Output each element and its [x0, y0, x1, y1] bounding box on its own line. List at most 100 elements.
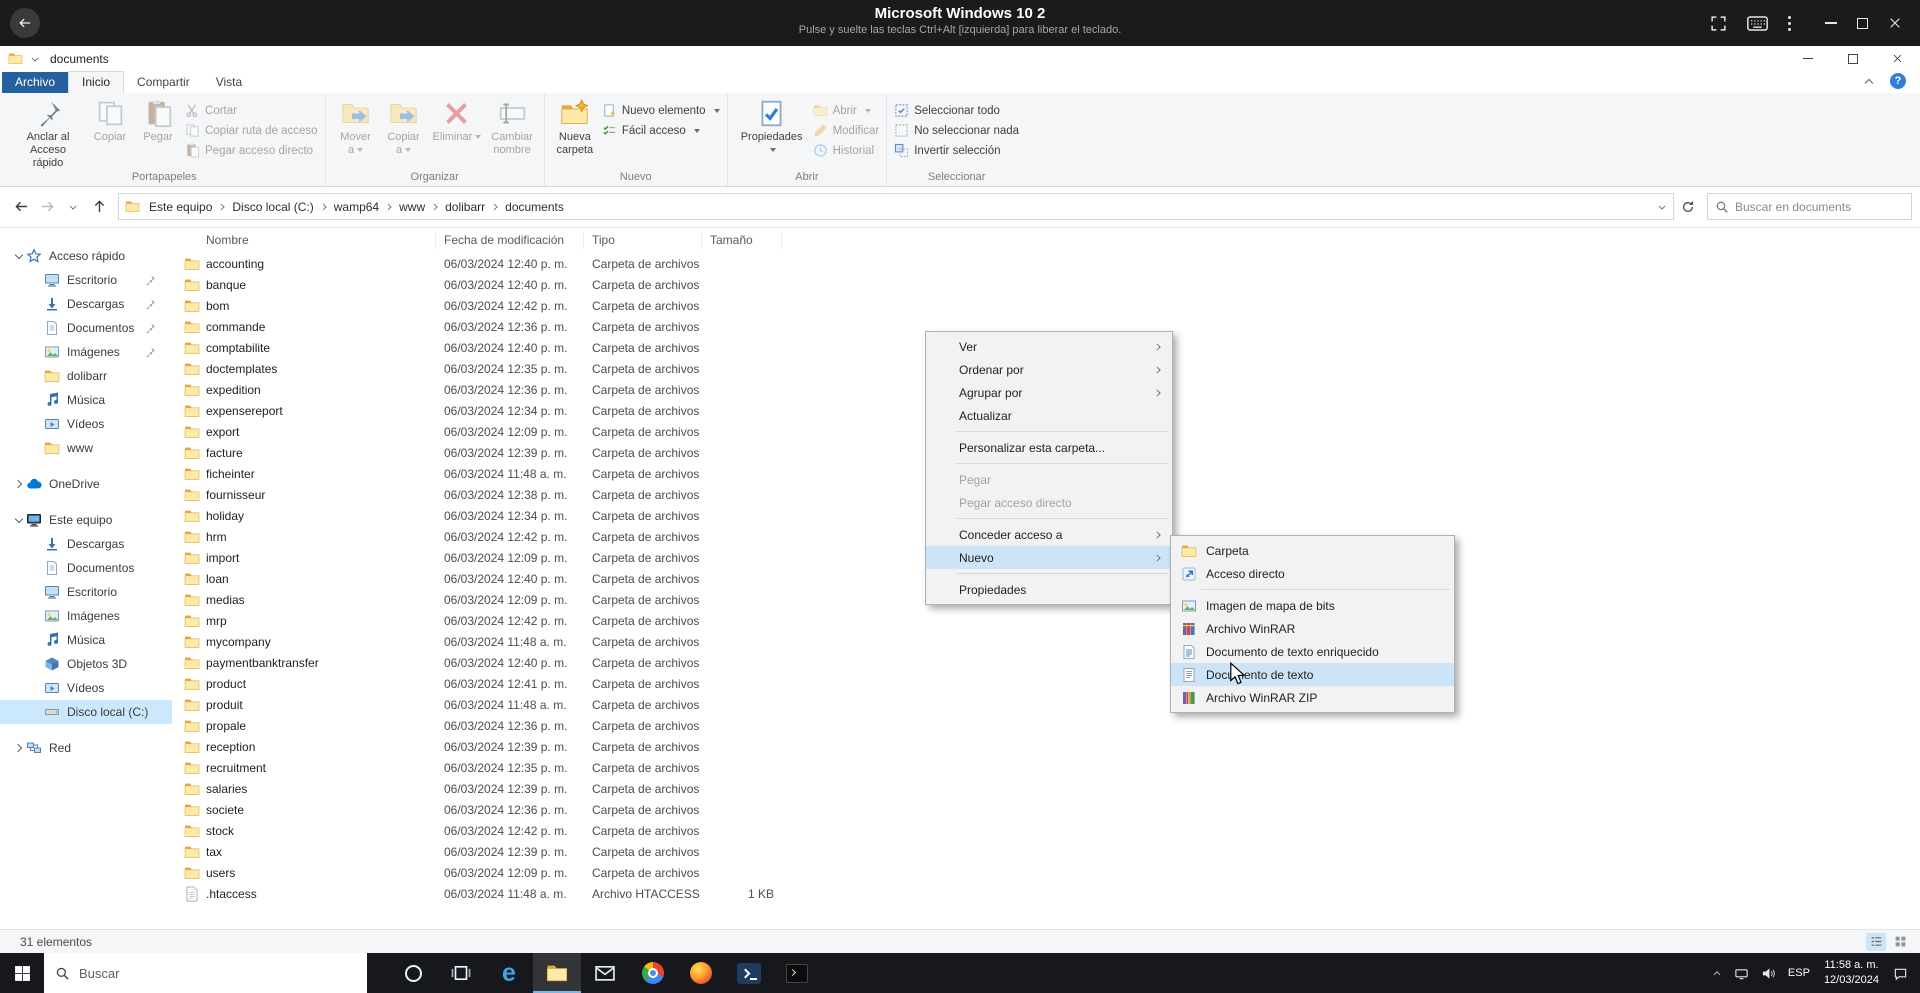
- cortana-button[interactable]: [389, 953, 437, 993]
- file-row[interactable]: .htaccess 06/03/2024 11:48 a. m. Archivo…: [174, 884, 1920, 905]
- file-row[interactable]: tax 06/03/2024 12:39 p. m. Carpeta de ar…: [174, 842, 1920, 863]
- ribbon-small-button[interactable]: No seleccionar nada: [894, 123, 1019, 138]
- edge-button[interactable]: e: [485, 953, 533, 993]
- close-button[interactable]: [1875, 46, 1920, 71]
- context-menu-item[interactable]: Actualizar: [926, 404, 1172, 427]
- ribbon-big-button[interactable]: Pegar: [135, 96, 181, 170]
- expander-icon[interactable]: [32, 611, 42, 621]
- file-row[interactable]: banque 06/03/2024 12:40 p. m. Carpeta de…: [174, 275, 1920, 296]
- tab-view[interactable]: Vista: [203, 72, 255, 93]
- submenu-item[interactable]: Documento de texto enriquecido: [1171, 640, 1454, 663]
- tab-home[interactable]: Inicio: [68, 71, 124, 93]
- expander-icon[interactable]: [32, 347, 42, 357]
- address-bar[interactable]: Este equipo Disco local (C:) wamp64: [118, 193, 1674, 220]
- expander-icon[interactable]: [32, 443, 42, 453]
- ribbon-small-button[interactable]: Pegar acceso directo: [185, 143, 318, 158]
- recent-locations-chevron-icon[interactable]: [60, 194, 86, 220]
- submenu-item[interactable]: Documento de texto: [1171, 663, 1454, 686]
- menu-kebab-icon[interactable]: [1788, 16, 1791, 31]
- submenu-item[interactable]: Archivo WinRAR ZIP: [1171, 686, 1454, 709]
- sidebar-item[interactable]: Vídeos: [0, 412, 172, 436]
- file-row[interactable]: mrp 06/03/2024 12:42 p. m. Carpeta de ar…: [174, 611, 1920, 632]
- sidebar-item[interactable]: Objetos 3D: [0, 652, 172, 676]
- sidebar-item[interactable]: Disco local (C:): [0, 700, 172, 724]
- sidebar-item[interactable]: Música: [0, 628, 172, 652]
- sidebar-item[interactable]: Imágenes: [0, 340, 172, 364]
- ribbon-small-button[interactable]: Invertir selección: [894, 143, 1019, 158]
- clock[interactable]: 11:58 a. m. 12/03/2024: [1816, 958, 1887, 988]
- sidebar-item[interactable]: Descargas: [0, 292, 172, 316]
- sidebar-item[interactable]: Música: [0, 388, 172, 412]
- fullscreen-icon[interactable]: [1710, 15, 1727, 32]
- column-header-size[interactable]: Tamaño: [702, 232, 782, 249]
- hidden-icons-button[interactable]: [1706, 953, 1728, 993]
- breadcrumb-chevron-icon[interactable]: [320, 203, 328, 211]
- task-view-button[interactable]: [437, 953, 485, 993]
- expander-icon[interactable]: [14, 479, 24, 489]
- powershell-button[interactable]: [725, 953, 773, 993]
- context-menu-item[interactable]: Personalizar esta carpeta...: [926, 436, 1172, 459]
- expander-icon[interactable]: [32, 539, 42, 549]
- explorer-button[interactable]: [533, 953, 581, 993]
- ribbon-big-button[interactable]: Propiedades: [735, 96, 809, 157]
- file-row[interactable]: societe 06/03/2024 12:36 p. m. Carpeta d…: [174, 800, 1920, 821]
- context-menu-item[interactable]: Ordenar por: [926, 358, 1172, 381]
- tab-share[interactable]: Compartir: [124, 72, 203, 93]
- file-row[interactable]: product 06/03/2024 12:41 p. m. Carpeta d…: [174, 674, 1920, 695]
- search-input[interactable]: [1735, 200, 1904, 214]
- details-view-button[interactable]: [1866, 933, 1886, 951]
- start-button[interactable]: [0, 953, 44, 993]
- back-button[interactable]: [8, 194, 34, 220]
- expander-icon[interactable]: [32, 563, 42, 573]
- refresh-button[interactable]: [1674, 193, 1701, 220]
- address-dropdown-icon[interactable]: [1658, 203, 1666, 211]
- ribbon-big-button[interactable]: Mover a: [333, 96, 379, 157]
- expander-icon[interactable]: [32, 707, 42, 717]
- firefox-button[interactable]: [677, 953, 725, 993]
- file-row[interactable]: propale 06/03/2024 12:36 p. m. Carpeta d…: [174, 716, 1920, 737]
- expander-icon[interactable]: [14, 515, 24, 525]
- taskbar-search-input[interactable]: [79, 966, 356, 981]
- breadcrumb-chevron-icon[interactable]: [491, 203, 499, 211]
- file-row[interactable]: mycompany 06/03/2024 11:48 a. m. Carpeta…: [174, 632, 1920, 653]
- breadcrumb-chevron-icon[interactable]: [385, 203, 393, 211]
- breadcrumb-chevron-icon[interactable]: [431, 203, 439, 211]
- column-header-name[interactable]: Nombre: [174, 232, 436, 249]
- language-indicator[interactable]: ESP: [1782, 953, 1816, 993]
- ribbon-small-button[interactable]: Seleccionar todo: [894, 103, 1019, 118]
- expander-icon[interactable]: [14, 743, 24, 753]
- context-menu-item[interactable]: Pegar acceso directo: [926, 491, 1172, 514]
- ribbon-big-button[interactable]: Nueva carpeta: [552, 96, 598, 157]
- sidebar-item[interactable]: Acceso rápido: [0, 244, 172, 268]
- expander-icon[interactable]: [32, 299, 42, 309]
- context-menu-item[interactable]: Conceder acceso a: [926, 523, 1172, 546]
- sidebar-item[interactable]: Imágenes: [0, 604, 172, 628]
- ribbon-small-button[interactable]: Fácil acceso: [602, 123, 720, 138]
- file-row[interactable]: accounting 06/03/2024 12:40 p. m. Carpet…: [174, 254, 1920, 275]
- breadcrumb-item[interactable]: Disco local (C:): [227, 198, 328, 216]
- sidebar-item[interactable]: Documentos: [0, 316, 172, 340]
- context-menu-item[interactable]: Agrupar por: [926, 381, 1172, 404]
- ribbon-small-button[interactable]: Cortar: [185, 103, 318, 118]
- expander-icon[interactable]: [32, 419, 42, 429]
- submenu-item[interactable]: Imagen de mapa de bits: [1171, 594, 1454, 617]
- vm-minimize-button[interactable]: [1825, 22, 1837, 24]
- tab-file[interactable]: Archivo: [2, 72, 68, 93]
- submenu-item[interactable]: Archivo WinRAR: [1171, 617, 1454, 640]
- sidebar-item[interactable]: Documentos: [0, 556, 172, 580]
- ribbon-big-button[interactable]: Eliminar: [429, 96, 486, 157]
- expander-icon[interactable]: [32, 323, 42, 333]
- ribbon-big-button[interactable]: Cambiar nombre: [487, 96, 537, 157]
- sidebar-item[interactable]: www: [0, 436, 172, 460]
- forward-button[interactable]: [34, 194, 60, 220]
- network-icon[interactable]: [1728, 953, 1755, 993]
- submenu-item[interactable]: Carpeta: [1171, 539, 1454, 562]
- volume-icon[interactable]: [1755, 953, 1782, 993]
- vm-back-button[interactable]: [10, 8, 40, 38]
- chrome-button[interactable]: [629, 953, 677, 993]
- sidebar-item[interactable]: OneDrive: [0, 472, 172, 496]
- expander-icon[interactable]: [32, 395, 42, 405]
- ribbon-small-button[interactable]: Abrir: [813, 103, 880, 118]
- expander-icon[interactable]: [32, 635, 42, 645]
- sidebar-item[interactable]: Descargas: [0, 532, 172, 556]
